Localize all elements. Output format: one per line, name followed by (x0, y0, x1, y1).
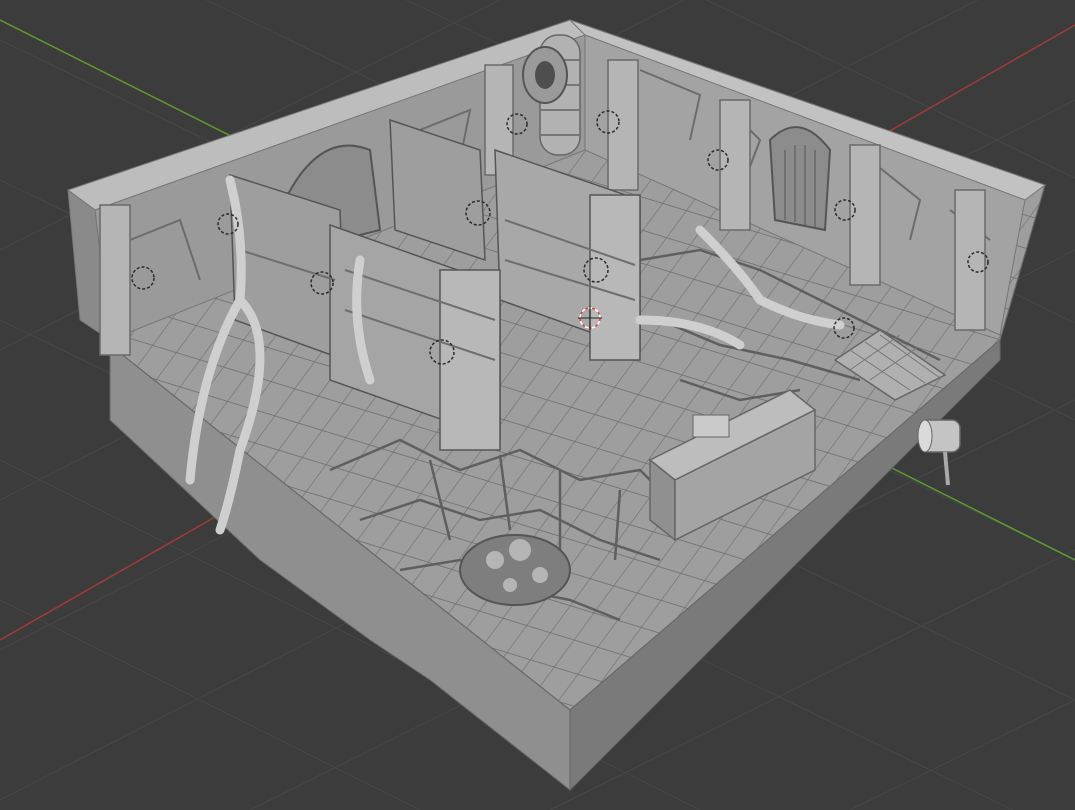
viewport-canvas[interactable] (0, 0, 1075, 810)
3d-viewport[interactable] (0, 0, 1075, 810)
mushroom-patch[interactable] (459, 534, 571, 606)
